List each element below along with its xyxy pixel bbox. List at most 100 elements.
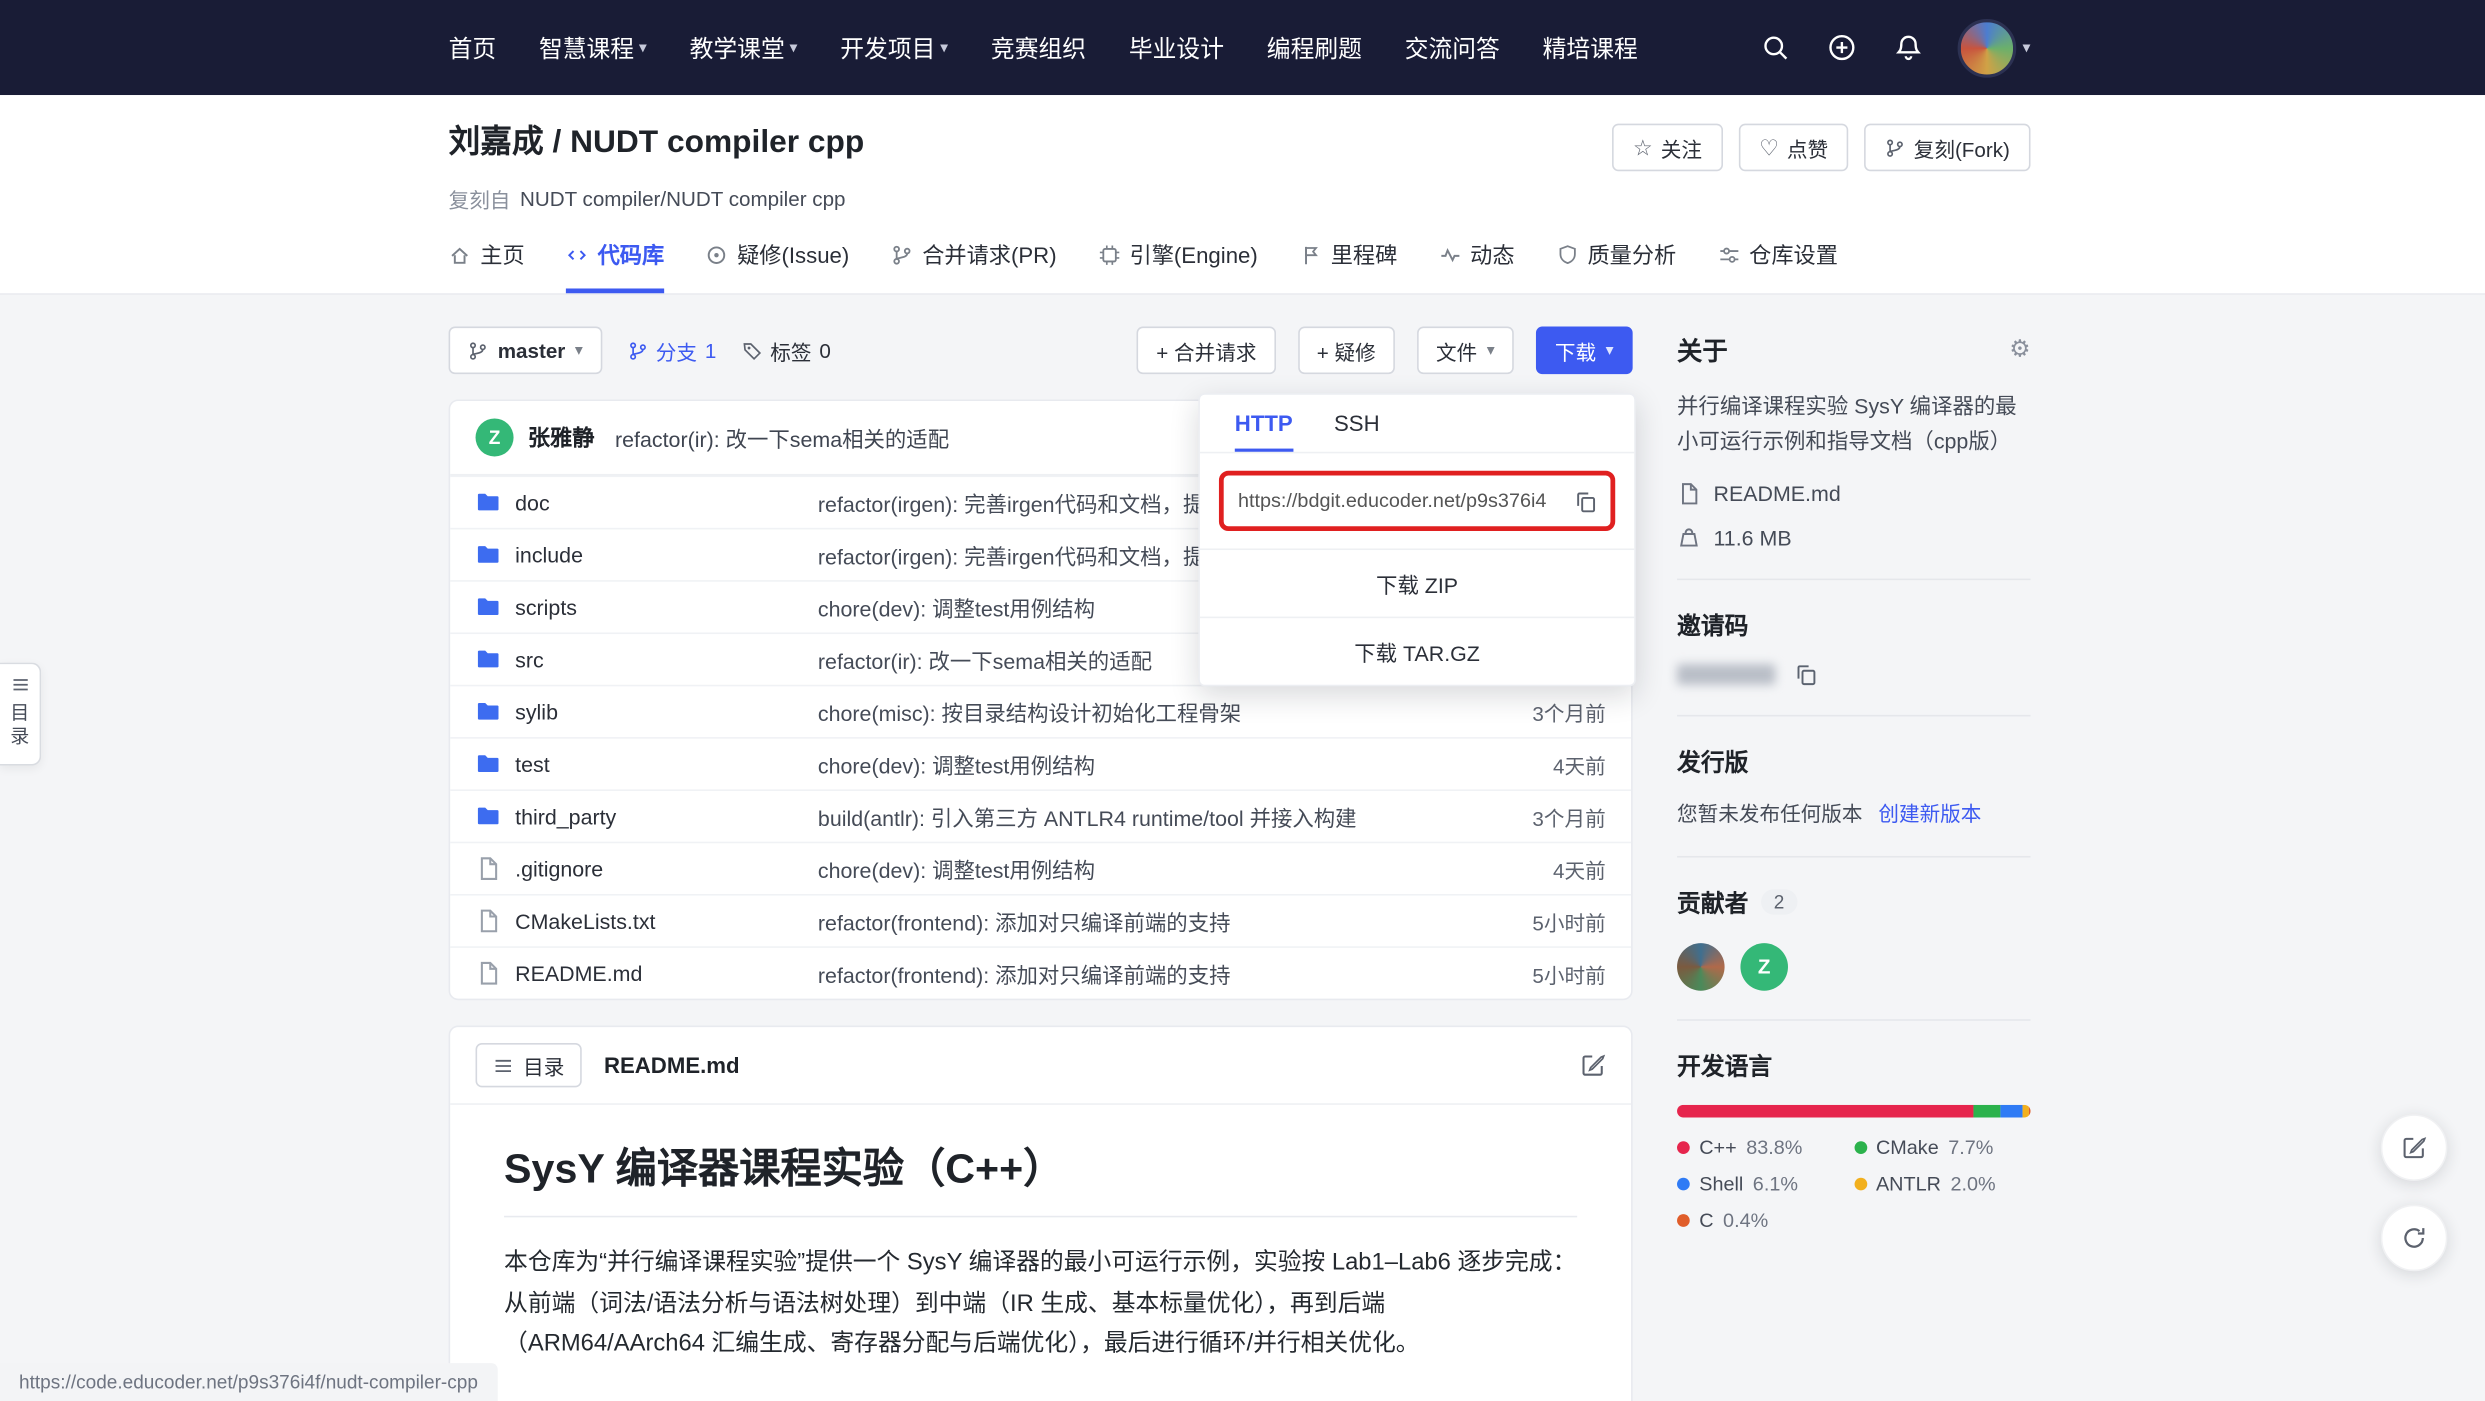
chevron-down-icon: ▾ — [1487, 342, 1495, 359]
repo-tabs: 主页 代码库 疑修(Issue) 合并请求(PR) 引擎(Engine) 里程碑… — [449, 239, 2031, 293]
clone-url-input[interactable] — [1224, 476, 1562, 527]
commit-message-link[interactable]: refactor(frontend): 添加对只编译前端的支持 — [818, 905, 1460, 937]
commit-message-link[interactable]: chore(misc): 按目录结构设计初始化工程骨架 — [818, 696, 1460, 728]
refresh-button[interactable] — [2381, 1205, 2448, 1272]
table-row: CMakeLists.txt refactor(frontend): 添加对只编… — [450, 894, 1631, 946]
file-name-link[interactable]: src — [476, 647, 818, 672]
toc-side-tab[interactable]: 目录 — [0, 663, 41, 766]
readme-header: 目录 README.md — [450, 1027, 1631, 1105]
tab-settings[interactable]: 仓库设置 — [1717, 239, 1837, 293]
commit-author-name[interactable]: 张雅静 — [528, 422, 595, 454]
contributors-list: Z — [1677, 942, 2030, 990]
commit-message-link[interactable]: build(antlr): 引入第三方 ANTLR4 runtime/tool … — [818, 800, 1460, 832]
feedback-button[interactable] — [2381, 1114, 2448, 1181]
nav-item-coding-practice[interactable]: 编程刷题 — [1267, 31, 1362, 64]
tab-pull-requests[interactable]: 合并请求(PR) — [891, 239, 1057, 293]
nav-item-graduation-design[interactable]: 毕业设计 — [1129, 31, 1224, 64]
branches-link[interactable]: 分支 1 — [627, 335, 716, 365]
file-icon — [1677, 481, 1701, 505]
commit-author-avatar[interactable]: Z — [476, 418, 514, 456]
nav-item-teaching-class[interactable]: 教学课堂▾ — [690, 31, 798, 64]
file-name-link[interactable]: CMakeLists.txt — [476, 908, 818, 933]
watch-button[interactable]: ☆ 关注 — [1612, 124, 1722, 172]
shield-icon — [1556, 244, 1578, 266]
nav-item-smart-courses[interactable]: 智慧课程▾ — [539, 31, 647, 64]
plus-circle-icon — [1828, 33, 1857, 62]
tab-code[interactable]: 代码库 — [566, 239, 664, 293]
fork-source-link[interactable]: NUDT compiler/NUDT compiler cpp — [520, 187, 846, 211]
toolbar-right: + 合并请求 + 疑修 文件▾ 下载▾ — [1137, 327, 1632, 375]
engine-icon — [1098, 244, 1120, 266]
tab-ssh[interactable]: SSH — [1334, 395, 1380, 452]
tab-activity[interactable]: 动态 — [1438, 239, 1514, 293]
commit-message-link[interactable]: chore(dev): 调整test用例结构 — [818, 748, 1460, 780]
languages-title: 开发语言 — [1677, 1049, 2030, 1082]
bell-icon — [1894, 33, 1923, 62]
divider — [1677, 714, 2030, 716]
readme-title: SysY 编译器课程实验（C++） — [504, 1143, 1577, 1217]
tab-issues[interactable]: 疑修(Issue) — [705, 239, 849, 293]
file-menu-button[interactable]: 文件▾ — [1417, 327, 1514, 375]
page-title: 刘嘉成 / NUDT compiler cpp — [449, 124, 865, 162]
file-name-link[interactable]: test — [476, 751, 818, 776]
nav-item-competitions[interactable]: 竞赛组织 — [991, 31, 1086, 64]
nav-item-dev-projects[interactable]: 开发项目▾ — [840, 31, 948, 64]
readme-file-link[interactable]: README.md — [1677, 481, 2030, 505]
create-button[interactable] — [1824, 30, 1859, 65]
file-name-link[interactable]: doc — [476, 490, 818, 515]
new-pr-button[interactable]: + 合并请求 — [1137, 327, 1275, 375]
table-row: test chore(dev): 调整test用例结构 4天前 — [450, 737, 1631, 789]
tab-quality[interactable]: 质量分析 — [1556, 239, 1676, 293]
like-button[interactable]: ♡ 点赞 — [1738, 124, 1848, 172]
gear-icon[interactable]: ⚙ — [2009, 337, 2030, 361]
tab-milestones[interactable]: 里程碑 — [1299, 239, 1397, 293]
copy-url-button[interactable] — [1561, 489, 1610, 513]
user-avatar — [1958, 18, 2017, 77]
weight-icon — [1677, 526, 1701, 550]
file-name-link[interactable]: include — [476, 542, 818, 567]
refresh-icon — [2401, 1225, 2426, 1250]
releases-empty-text: 您暂未发布任何版本 — [1677, 797, 1862, 827]
file-icon — [476, 856, 501, 881]
file-name-link[interactable]: .gitignore — [476, 856, 818, 881]
file-name-link[interactable]: README.md — [476, 961, 818, 986]
commit-message-link[interactable]: chore(dev): 调整test用例结构 — [818, 853, 1460, 885]
edit-readme-button[interactable] — [1580, 1053, 1605, 1078]
tags-link[interactable]: 标签 0 — [742, 335, 831, 365]
create-release-link[interactable]: 创建新版本 — [1878, 797, 1981, 827]
folder-icon — [476, 490, 501, 515]
readme-filename: README.md — [604, 1053, 740, 1078]
commit-time: 3个月前 — [1460, 697, 1606, 727]
search-button[interactable] — [1758, 30, 1793, 65]
download-zip-item[interactable]: 下载 ZIP — [1200, 548, 1634, 616]
branch-selector[interactable]: master ▾ — [449, 327, 602, 375]
contributor-avatar[interactable] — [1677, 942, 1725, 990]
toc-button[interactable]: 目录 — [476, 1043, 582, 1087]
commit-message-link[interactable]: refactor(frontend): 添加对只编译前端的支持 — [818, 957, 1460, 989]
copy-invite-button[interactable] — [1794, 662, 1818, 686]
tab-home[interactable]: 主页 — [449, 239, 525, 293]
commit-message-link[interactable]: refactor(ir): 改一下sema相关的适配 — [615, 422, 949, 454]
search-icon — [1761, 33, 1790, 62]
download-targz-item[interactable]: 下载 TAR.GZ — [1200, 617, 1634, 685]
nav-item-qa[interactable]: 交流问答 — [1405, 31, 1500, 64]
tab-http[interactable]: HTTP — [1235, 395, 1293, 452]
tab-engine[interactable]: 引擎(Engine) — [1098, 239, 1258, 293]
download-button[interactable]: 下载▾ — [1536, 327, 1633, 375]
fork-button[interactable]: 复刻(Fork) — [1865, 124, 2031, 172]
folder-icon — [476, 542, 501, 567]
language-color-dot — [1677, 1141, 1690, 1154]
notifications-button[interactable] — [1891, 30, 1926, 65]
file-name-link[interactable]: third_party — [476, 804, 818, 829]
file-name-link[interactable]: scripts — [476, 594, 818, 619]
user-menu[interactable]: ▾ — [1958, 18, 2031, 77]
contributor-avatar[interactable]: Z — [1740, 942, 1788, 990]
new-issue-button[interactable]: + 疑修 — [1298, 327, 1395, 375]
star-icon: ☆ — [1633, 136, 1653, 158]
table-row: third_party build(antlr): 引入第三方 ANTLR4 r… — [450, 789, 1631, 841]
file-name-link[interactable]: sylib — [476, 699, 818, 724]
heart-icon: ♡ — [1759, 136, 1779, 158]
nav-item-home[interactable]: 首页 — [449, 31, 497, 64]
repo-actions: ☆ 关注 ♡ 点赞 复刻(Fork) — [1612, 124, 2030, 172]
nav-item-premium-courses[interactable]: 精培课程 — [1543, 31, 1638, 64]
